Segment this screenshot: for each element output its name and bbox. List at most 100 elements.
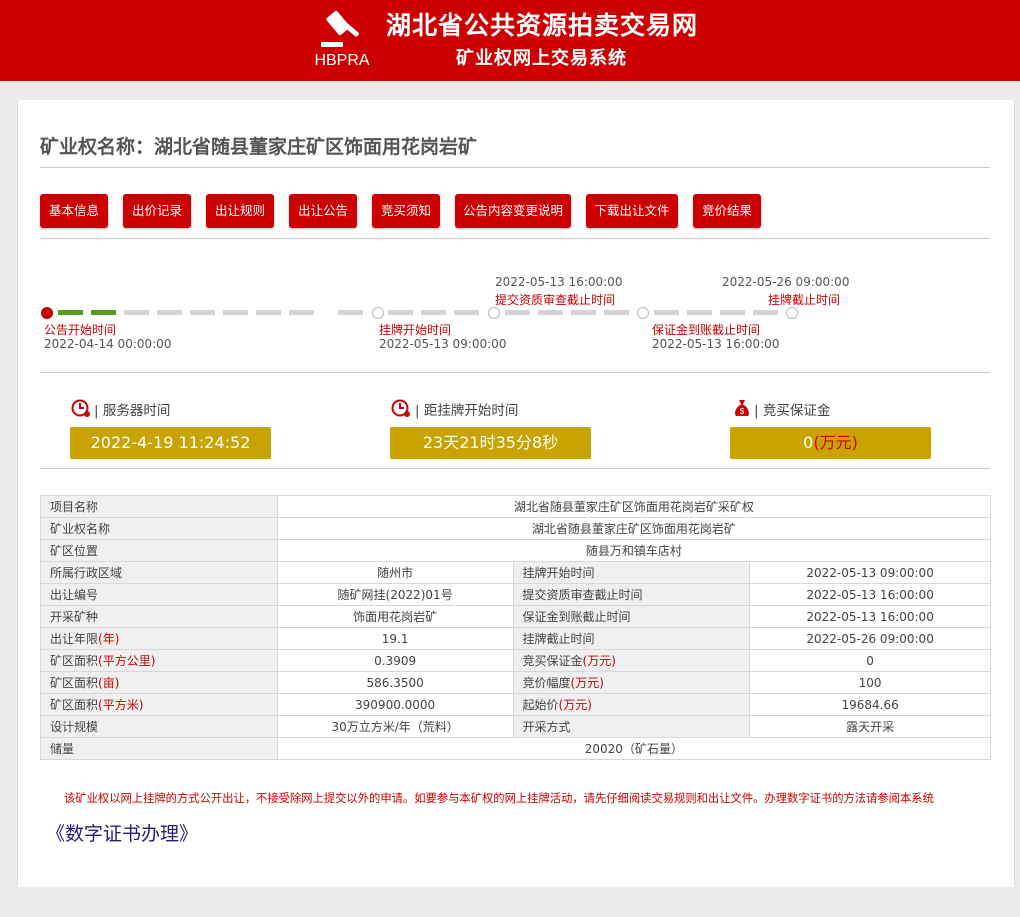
- key-label: 起始价: [522, 698, 559, 712]
- cell-value: 19684.66: [749, 693, 991, 716]
- table-row: 开采矿种 饰面用花岗岩矿 保证金到账截止时间 2022-05-13 16:00:…: [40, 605, 991, 628]
- timeline-segment: [604, 310, 629, 315]
- countdown-label: | 距挂牌开始时间: [415, 403, 519, 419]
- deposit-value-box: 0(万元): [730, 427, 931, 459]
- tab-bid-records[interactable]: 出价记录: [123, 194, 191, 228]
- cell-key: 矿区面积(平方米): [40, 693, 278, 716]
- timeline-node-qual-deadline: [488, 307, 500, 319]
- site-logo[interactable]: HBPRA: [305, 8, 379, 70]
- milestone-label: 挂牌开始时间: [379, 323, 452, 337]
- digital-certificate-link[interactable]: 《数字证书办理》: [46, 819, 198, 846]
- cell-key: 矿业权名称: [40, 517, 278, 540]
- cell-value: 饰面用花岗岩矿: [276, 605, 514, 628]
- timeline-segment: [454, 310, 479, 315]
- cell-value: 586.3500: [276, 671, 514, 694]
- cell-key: 竞买保证金(万元): [512, 649, 751, 672]
- table-row: 矿区面积(平方公里) 0.3909 竞买保证金(万元) 0: [40, 649, 991, 672]
- key-label: 竞价幅度: [522, 676, 571, 690]
- key-unit: (平方公里): [98, 654, 156, 668]
- timeline-segment: [687, 310, 712, 315]
- key-unit: (万元): [570, 676, 604, 690]
- milestone-label: 提交资质审查截止时间: [495, 293, 616, 307]
- cell-key: 挂牌截止时间: [512, 627, 751, 650]
- deposit-value: 0: [803, 433, 814, 452]
- timeline-segment: [124, 310, 149, 315]
- timeline-segment: [157, 310, 182, 315]
- tabs-divider: [40, 238, 990, 239]
- timeline-segment: [505, 310, 530, 315]
- table-row: 项目名称 湖北省随县董家庄矿区饰面用花岗岩矿采矿权: [40, 495, 992, 518]
- cell-value: 随州市: [276, 561, 514, 584]
- tab-bidding-instructions[interactable]: 竞买须知: [372, 194, 440, 228]
- table-row: 设计规模 30万立方米/年（荒料） 开采方式 露天开采: [40, 715, 991, 738]
- cell-value: 19.1: [276, 627, 514, 650]
- milestone-label: 保证金到账截止时间: [652, 323, 761, 337]
- server-time-label: | 服务器时间: [94, 403, 171, 419]
- svg-text:$: $: [740, 407, 745, 416]
- cell-value: 2022-05-13 09:00:00: [749, 561, 991, 584]
- timeline-segment: [654, 310, 679, 315]
- tab-bid-result[interactable]: 竞价结果: [693, 194, 761, 228]
- milestone-date: 2022-05-13 16:00:00: [495, 275, 623, 289]
- milestone-date: 2022-05-26 09:00:00: [722, 275, 850, 289]
- key-unit: (万元): [558, 698, 592, 712]
- cell-value: 20020（矿石量）: [276, 737, 992, 760]
- table-row: 矿区位置 随县万和镇车店村: [40, 539, 992, 562]
- cell-key: 矿区面积(亩): [40, 671, 278, 694]
- title-divider: [40, 167, 990, 168]
- key-unit: (亩): [98, 676, 120, 690]
- table-row: 矿区面积(平方米) 390900.0000 起始价(万元) 19684.66: [40, 693, 991, 716]
- deposit-unit: (万元): [813, 433, 858, 452]
- key-unit: (平方米): [98, 698, 144, 712]
- cell-value: 随矿网挂(2022)01号: [276, 583, 514, 606]
- milestone-date: 2022-05-13 09:00:00: [379, 337, 507, 351]
- cell-value: 30万立方米/年（荒料）: [276, 715, 514, 738]
- site-subtitle: 矿业权网上交易系统: [456, 48, 627, 69]
- table-row: 出让编号 随矿网挂(2022)01号 提交资质审查截止时间 2022-05-13…: [40, 583, 991, 606]
- timeline-node-listing-start: [372, 307, 384, 319]
- tab-basic-info[interactable]: 基本信息: [40, 194, 108, 228]
- table-row: 储量 20020（矿石量）: [40, 737, 992, 760]
- cell-key: 项目名称: [40, 495, 278, 518]
- cell-key: 矿区位置: [40, 539, 278, 562]
- cell-key: 储量: [40, 737, 278, 760]
- cell-key: 出让编号: [40, 583, 278, 606]
- cell-key: 开采方式: [512, 715, 751, 738]
- site-title: 湖北省公共资源拍卖交易网: [386, 11, 699, 40]
- timeline-segment: [571, 310, 596, 315]
- content-panel: 矿业权名称：湖北省随县董家庄矿区饰面用花岗岩矿 基本信息 出价记录 出让规则 出…: [17, 100, 1015, 887]
- cell-value: 随县万和镇车店村: [276, 539, 992, 562]
- key-label: 矿区面积: [50, 676, 99, 690]
- page-title: 矿业权名称：湖北省随县董家庄矿区饰面用花岗岩矿: [40, 136, 478, 158]
- table-row: 矿业权名称 湖北省随县董家庄矿区饰面用花岗岩矿: [40, 517, 992, 540]
- table-row: 出让年限(年) 19.1 挂牌截止时间 2022-05-26 09:00:00: [40, 627, 991, 650]
- timeline-segment: [58, 310, 83, 315]
- money-bag-icon: $: [733, 398, 751, 422]
- table-row: 所属行政区域 随州市 挂牌开始时间 2022-05-13 09:00:00: [40, 561, 991, 584]
- cell-key: 提交资质审查截止时间: [512, 583, 751, 606]
- notice-text: 该矿业权以网上挂牌的方式公开出让，不接受除网上提交以外的申请。如要参与本矿权的网…: [64, 792, 934, 805]
- cell-value: 100: [749, 671, 991, 694]
- tab-transfer-rules[interactable]: 出让规则: [206, 194, 274, 228]
- timeline-segment: [190, 310, 215, 315]
- cell-value: 0: [749, 649, 991, 672]
- timeline-segment: [720, 310, 745, 315]
- cell-value: 0.3909: [276, 649, 514, 672]
- timeline-segment: [421, 310, 446, 315]
- tab-notice-changes[interactable]: 公告内容变更说明: [455, 194, 571, 228]
- cell-value: 湖北省随县董家庄矿区饰面用花岗岩矿采矿权: [276, 495, 992, 518]
- deposit-label: | 竞买保证金: [754, 403, 831, 419]
- cell-value: 露天开采: [749, 715, 991, 738]
- cell-value: 湖北省随县董家庄矿区饰面用花岗岩矿: [276, 517, 992, 540]
- mineral-info-table: 项目名称 湖北省随县董家庄矿区饰面用花岗岩矿采矿权 矿业权名称 湖北省随县董家庄…: [40, 495, 992, 760]
- cell-value: 2022-05-26 09:00:00: [749, 627, 991, 650]
- cell-key: 设计规模: [40, 715, 278, 738]
- tab-transfer-notice[interactable]: 出让公告: [289, 194, 357, 228]
- tab-download-files[interactable]: 下载出让文件: [586, 194, 678, 228]
- cell-key: 开采矿种: [40, 605, 278, 628]
- cell-key: 保证金到账截止时间: [512, 605, 751, 628]
- timeline-segment: [538, 310, 563, 315]
- clock-icon: [71, 398, 91, 422]
- timeline-node-deposit-deadline: [637, 307, 649, 319]
- timeline-segment: [223, 310, 248, 315]
